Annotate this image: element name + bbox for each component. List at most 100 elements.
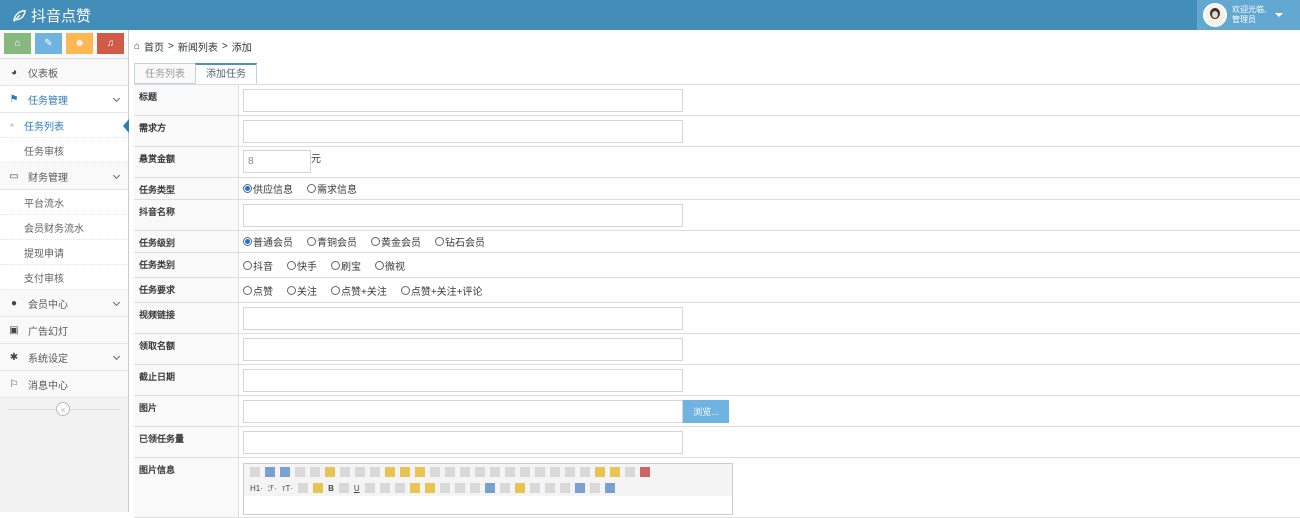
quick-format-icon[interactable]	[610, 467, 620, 477]
link-icon[interactable]	[574, 483, 585, 493]
rich-text-editor[interactable]: H1· ℱ· ᴛT· B U	[243, 463, 733, 515]
reward-input[interactable]: 8	[243, 150, 311, 173]
source-icon[interactable]	[250, 467, 260, 477]
sidebar-item-dashboard[interactable]: ◕ 仪表板	[0, 59, 128, 86]
page-break-icon[interactable]	[544, 483, 555, 493]
level-radio-normal[interactable]: 普通会员	[243, 234, 293, 249]
underline-icon[interactable]: U	[354, 484, 360, 493]
category-radio-shuabao[interactable]: 刷宝	[331, 258, 361, 273]
paste-text-icon[interactable]	[400, 467, 410, 477]
brand[interactable]: 抖音点赞	[12, 5, 91, 26]
users-shortcut-button[interactable]: ☻	[66, 33, 93, 54]
sidebar-item-settings[interactable]: ✱ 系统设定	[0, 344, 128, 371]
unlink-icon[interactable]	[589, 483, 600, 493]
outdent-icon[interactable]	[550, 467, 560, 477]
tab-task-list[interactable]: 任务列表	[134, 63, 196, 84]
type-radio-demand[interactable]: 需求信息	[307, 181, 357, 196]
align-left-icon[interactable]	[445, 467, 455, 477]
edit-shortcut-button[interactable]: ✎	[35, 33, 62, 54]
sidebar-item-members[interactable]: ● 会员中心	[0, 290, 128, 317]
ordered-list-icon[interactable]	[505, 467, 515, 477]
home-shortcut-button[interactable]: ⌂	[4, 33, 31, 54]
sidebar-item-task-review[interactable]: 任务审核	[0, 138, 128, 163]
quota-input[interactable]	[243, 337, 683, 361]
table-icon[interactable]	[484, 483, 495, 493]
category-radio-douyin[interactable]: 抖音	[243, 258, 273, 273]
superscript-icon[interactable]	[580, 467, 590, 477]
media-icon[interactable]	[454, 483, 465, 493]
sidebar-item-messages[interactable]: ⚐ 消息中心	[0, 371, 128, 398]
sidebar-item-member-finance[interactable]: 会员财务流水	[0, 215, 128, 240]
sidebar-item-payment-review[interactable]: 支付审核	[0, 265, 128, 290]
category-radio-kuaishou[interactable]: 快手	[287, 258, 317, 273]
unordered-list-icon[interactable]	[520, 467, 530, 477]
indent-icon[interactable]	[535, 467, 545, 477]
strikethrough-icon[interactable]	[364, 483, 375, 493]
requirement-radio-follow[interactable]: 关注	[287, 283, 317, 298]
collapse-sidebar-button[interactable]: «	[56, 402, 70, 416]
level-radio-gold[interactable]: 黄金会员	[371, 234, 421, 249]
sidebar-item-platform-flow[interactable]: 平台流水	[0, 190, 128, 215]
emoticon-icon[interactable]	[514, 483, 525, 493]
hr-icon[interactable]	[499, 483, 510, 493]
requirement-radio-like[interactable]: 点赞	[243, 283, 273, 298]
requester-input[interactable]	[243, 119, 683, 143]
level-radio-bronze[interactable]: 青铜会员	[307, 234, 357, 249]
sidebar-item-task-management[interactable]: ⚑ 任务管理	[0, 86, 128, 113]
bold-icon[interactable]: B	[328, 484, 334, 493]
attachment-icon[interactable]	[469, 483, 480, 493]
flash-icon[interactable]	[439, 483, 450, 493]
line-height-icon[interactable]	[379, 483, 390, 493]
align-justify-icon[interactable]	[490, 467, 500, 477]
level-radio-diamond[interactable]: 钻石会员	[435, 234, 485, 249]
breadcrumb-home[interactable]: 首页	[144, 39, 164, 54]
clear-format-icon[interactable]	[595, 467, 605, 477]
cursor-icon[interactable]	[625, 467, 635, 477]
preview-icon[interactable]	[295, 467, 305, 477]
requirement-radio-like-follow[interactable]: 点赞+关注	[331, 283, 387, 298]
notify-shortcut-button[interactable]: ♫	[97, 33, 124, 54]
paste-word-icon[interactable]	[415, 467, 425, 477]
sidebar-item-task-list[interactable]: » 任务列表	[0, 113, 129, 138]
douyin-name-input[interactable]	[243, 203, 683, 227]
image-file-input[interactable]	[243, 399, 683, 423]
multi-image-icon[interactable]	[424, 483, 435, 493]
deadline-input[interactable]	[243, 368, 683, 392]
redo-icon[interactable]	[280, 467, 290, 477]
type-radio-supply[interactable]: 供应信息	[243, 181, 293, 196]
anchor-icon[interactable]	[559, 483, 570, 493]
paste-icon[interactable]	[385, 467, 395, 477]
undo-icon[interactable]	[265, 467, 275, 477]
remove-format-icon[interactable]	[394, 483, 405, 493]
cut-icon[interactable]	[355, 467, 365, 477]
claimed-count-input[interactable]	[243, 430, 683, 454]
align-center-icon[interactable]	[460, 467, 470, 477]
browse-button[interactable]: 浏览...	[683, 399, 729, 423]
user-menu[interactable]: 欢迎光临, 管理员	[1197, 0, 1300, 30]
subscript-icon[interactable]	[565, 467, 575, 477]
category-radio-weishi[interactable]: 微视	[375, 258, 405, 273]
highlight-icon[interactable]	[313, 483, 324, 493]
title-input[interactable]	[243, 88, 683, 112]
code-icon[interactable]	[340, 467, 350, 477]
baidu-map-icon[interactable]	[529, 483, 540, 493]
copy-icon[interactable]	[370, 467, 380, 477]
sidebar-item-withdraw[interactable]: 提现申请	[0, 240, 128, 265]
sidebar-item-finance[interactable]: ▭ 财务管理	[0, 163, 128, 190]
tab-add-task[interactable]: 添加任务	[195, 63, 257, 84]
font-color-icon[interactable]	[298, 483, 309, 493]
heading-dropdown[interactable]: H1·	[250, 484, 263, 493]
video-link-input[interactable]	[243, 306, 683, 330]
select-all-icon[interactable]	[430, 467, 440, 477]
align-right-icon[interactable]	[475, 467, 485, 477]
fullscreen-icon[interactable]	[640, 467, 650, 477]
breadcrumb-list[interactable]: 新闻列表	[178, 39, 218, 54]
sidebar-item-ads[interactable]: ▣ 广告幻灯	[0, 317, 128, 344]
print-icon[interactable]	[310, 467, 320, 477]
requirement-radio-like-follow-comment[interactable]: 点赞+关注+评论	[400, 283, 483, 298]
font-size-dropdown[interactable]: ᴛT·	[282, 484, 293, 493]
image-icon[interactable]	[409, 483, 420, 493]
help-icon[interactable]	[604, 483, 615, 493]
italic-icon[interactable]	[338, 483, 349, 493]
template-icon[interactable]	[325, 467, 335, 477]
